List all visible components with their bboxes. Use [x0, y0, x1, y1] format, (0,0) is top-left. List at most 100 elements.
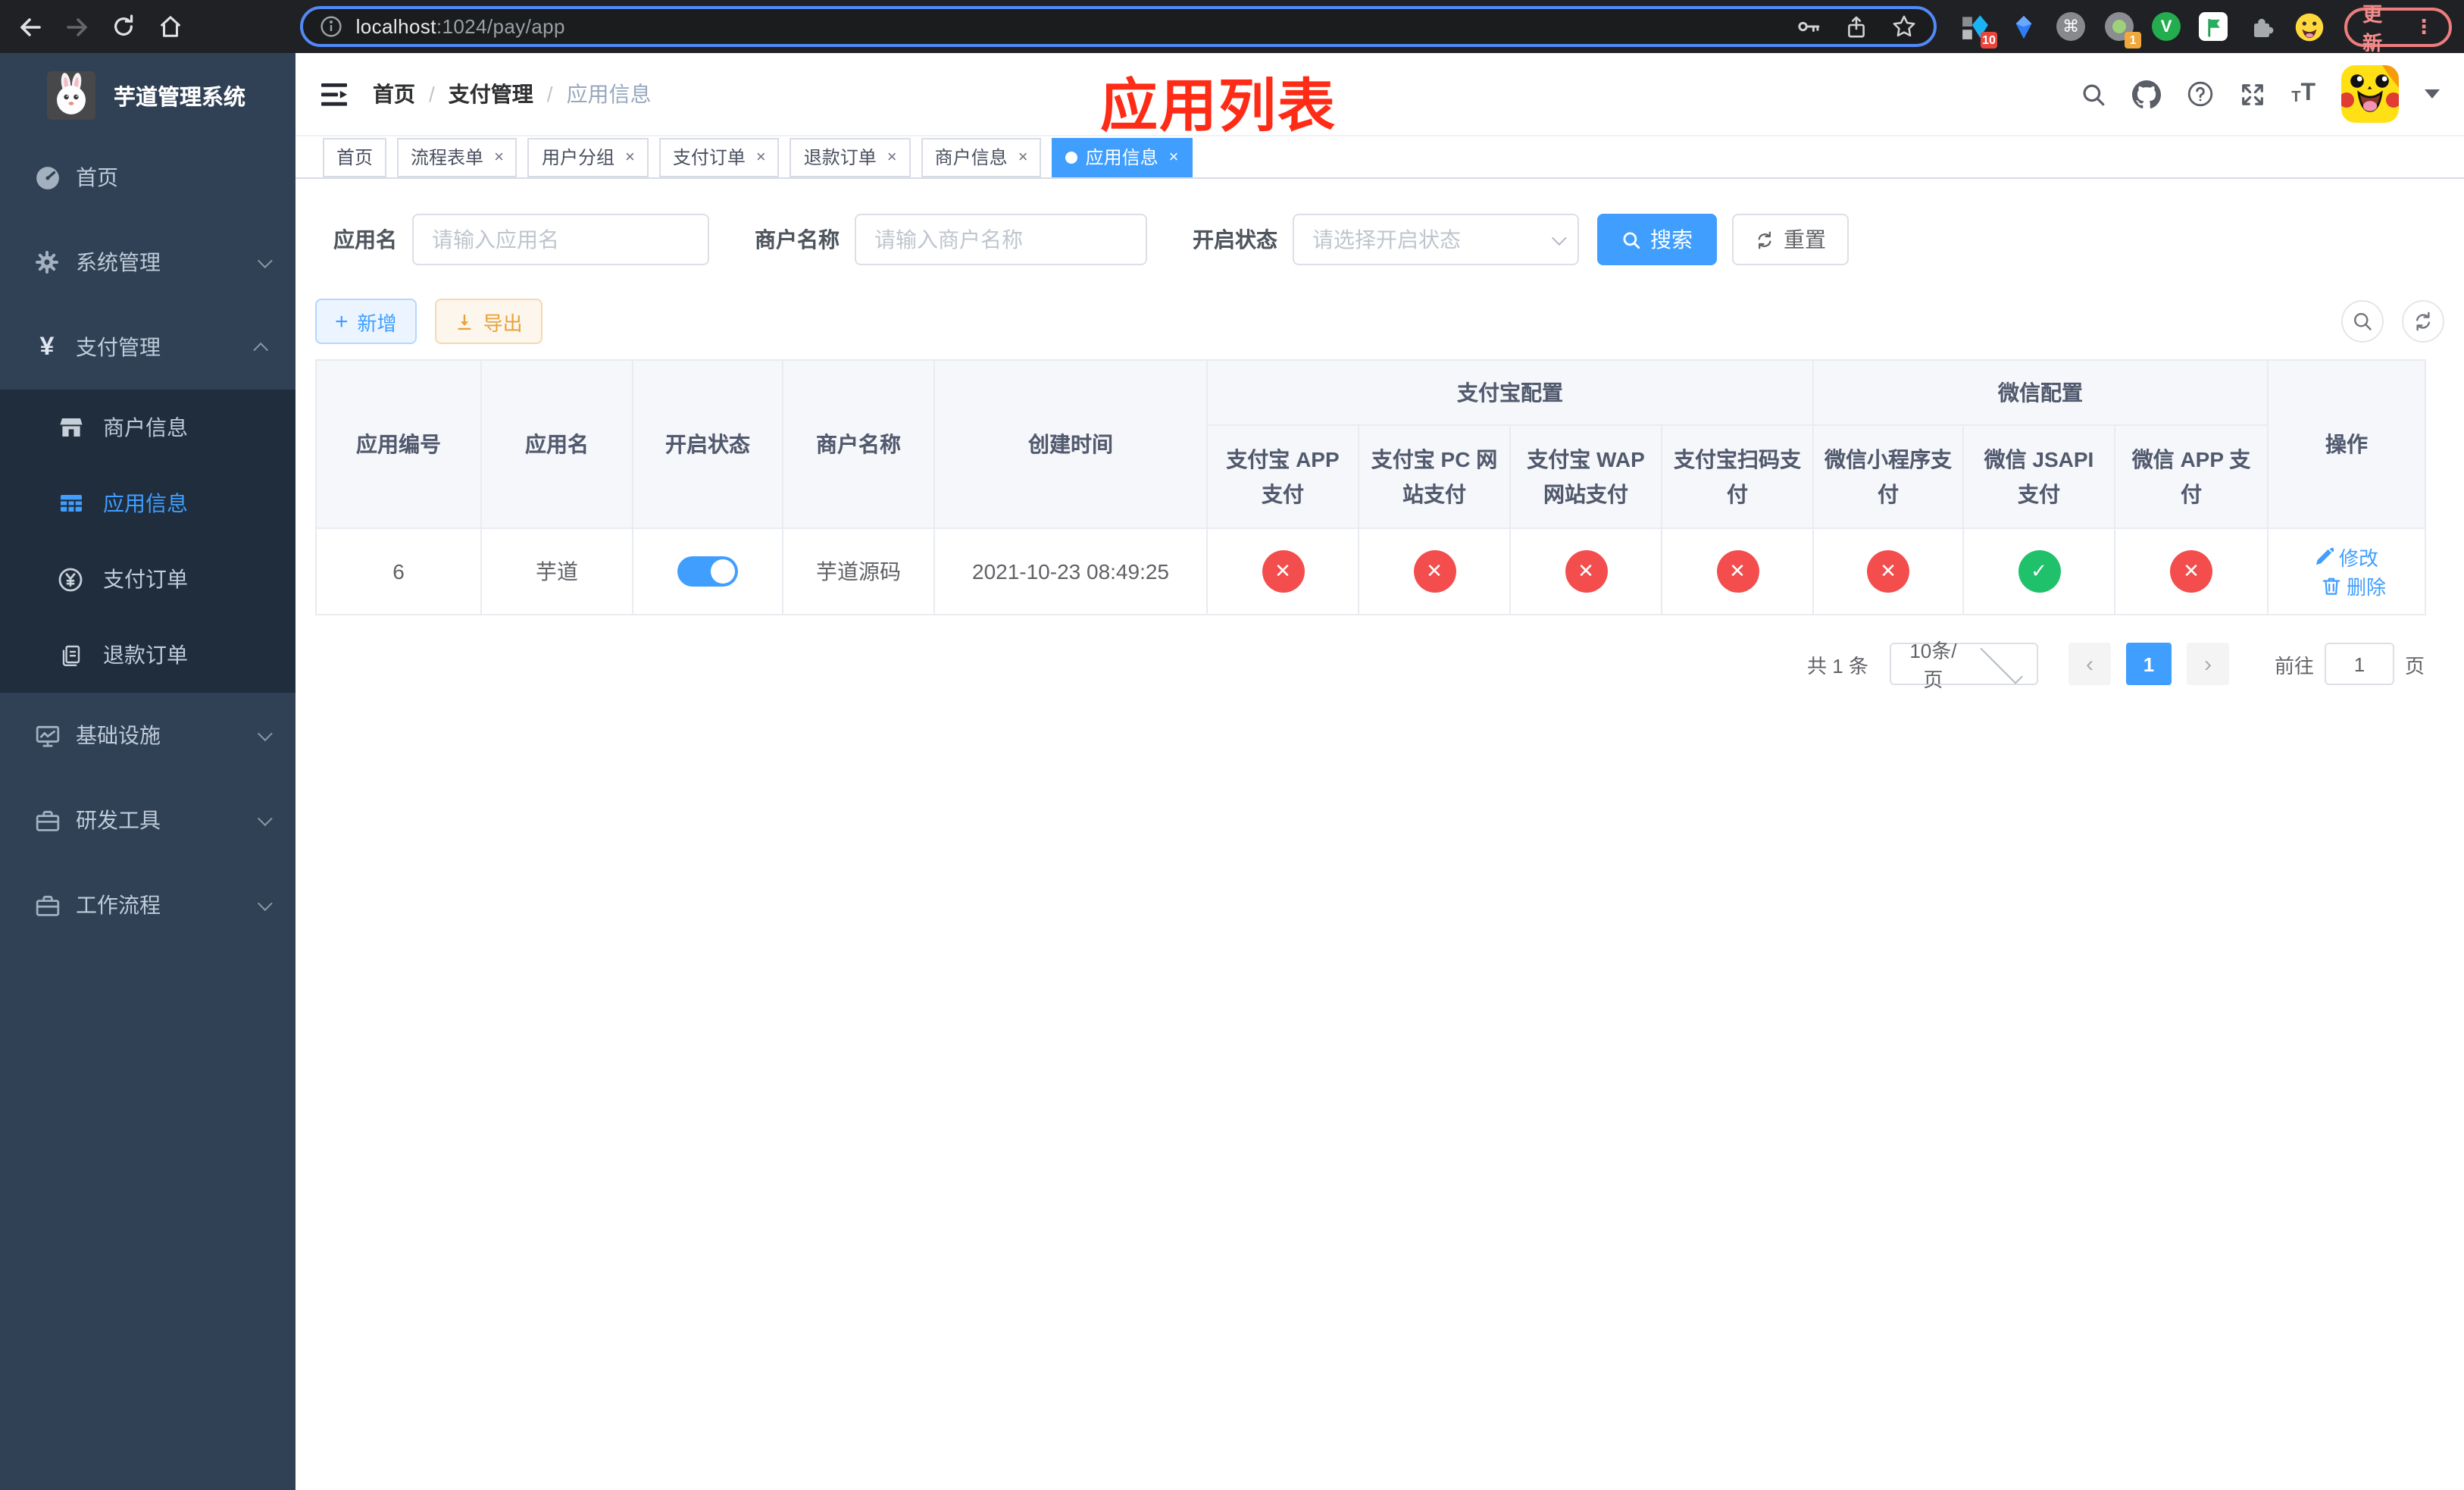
- close-icon[interactable]: ×: [1018, 148, 1028, 166]
- share-icon[interactable]: [1844, 14, 1868, 39]
- sidebar-item-pay-order[interactable]: 支付订单: [0, 541, 295, 617]
- col-actions: 操作: [2267, 359, 2426, 529]
- prev-page-button[interactable]: ‹: [2068, 643, 2111, 685]
- sidebar-item-home[interactable]: 首页: [0, 135, 295, 220]
- active-dot: [1065, 151, 1078, 163]
- extension-emoji-icon[interactable]: [2294, 11, 2325, 42]
- col-app-name: 应用名: [480, 359, 633, 529]
- edit-button[interactable]: 修改: [2315, 543, 2378, 571]
- breadcrumb-home[interactable]: 首页: [373, 79, 415, 109]
- extension-gem-icon[interactable]: [2008, 11, 2038, 42]
- tab-home[interactable]: 首页: [323, 137, 387, 177]
- site-info-icon[interactable]: [320, 15, 342, 38]
- cell-wechat-app: ✕: [2114, 527, 2269, 615]
- page-1-button[interactable]: 1: [2125, 643, 2172, 685]
- page-size-select[interactable]: 10条/页: [1889, 640, 2038, 691]
- export-button[interactable]: 导出: [434, 299, 543, 344]
- sidebar-item-merchant-info[interactable]: 商户信息: [0, 390, 295, 465]
- next-page-button[interactable]: ›: [2186, 643, 2229, 685]
- logo[interactable]: 芋道管理系统: [0, 56, 295, 135]
- browser-back-icon[interactable]: [12, 8, 48, 45]
- bookmark-star-icon[interactable]: [1891, 14, 1917, 39]
- sidebar-item-payment[interactable]: ¥ 支付管理: [0, 305, 295, 390]
- page-unit-label: 页: [2404, 654, 2425, 677]
- col-alipay-wap: 支付宝 WAP 网站支付: [1509, 424, 1662, 529]
- tab-pay-order[interactable]: 支付订单 ×: [658, 137, 780, 177]
- app-name-input[interactable]: [412, 214, 709, 265]
- sidebar-item-refund-order[interactable]: 退款订单: [0, 617, 295, 693]
- chevron-down-icon: [257, 725, 273, 741]
- github-icon[interactable]: [2132, 80, 2162, 108]
- tab-process-form[interactable]: 流程表单 ×: [397, 137, 518, 177]
- app-title: 芋道管理系统: [114, 86, 245, 110]
- fullscreen-icon[interactable]: [2240, 81, 2265, 107]
- search-button[interactable]: 搜索: [1597, 214, 1717, 265]
- extension-recorder-icon[interactable]: 1: [2103, 11, 2142, 48]
- sidebar-item-system[interactable]: 系统管理: [0, 220, 295, 305]
- col-alipay-app: 支付宝 APP 支付: [1206, 424, 1359, 529]
- cross-status-icon: ✕: [2170, 550, 2212, 593]
- delete-button[interactable]: 删除: [2322, 571, 2386, 600]
- col-app-id: 应用编号: [315, 359, 482, 529]
- browser-update-button[interactable]: 更新 ⋮: [2344, 2, 2452, 54]
- help-icon[interactable]: [2187, 80, 2214, 108]
- merchant-name-input[interactable]: [855, 214, 1147, 265]
- browser-home-icon[interactable]: [153, 8, 189, 45]
- document-icon: [58, 643, 83, 667]
- cell-alipay-app: ✕: [1206, 527, 1359, 615]
- browser-menu-icon[interactable]: ⋮: [2414, 14, 2434, 39]
- avatar-caret-icon[interactable]: [2425, 89, 2440, 99]
- col-merchant: 商户名称: [782, 359, 935, 529]
- pen-icon: [2316, 547, 2334, 565]
- toggle-search-button[interactable]: [2341, 300, 2384, 343]
- tab-user-group[interactable]: 用户分组 ×: [527, 137, 649, 177]
- header-search-icon[interactable]: [2081, 81, 2106, 107]
- sidebar-item-dev-tools[interactable]: 研发工具: [0, 778, 295, 862]
- sidebar-item-app-info[interactable]: 应用信息: [0, 465, 295, 541]
- font-size-icon[interactable]: TT: [2291, 81, 2315, 106]
- col-wechat-app: 微信 APP 支付: [2114, 424, 2269, 529]
- tab-refund-order[interactable]: 退款订单 ×: [790, 137, 911, 177]
- reset-button[interactable]: 重置: [1732, 214, 1849, 265]
- close-icon[interactable]: ×: [494, 148, 504, 166]
- close-icon[interactable]: ×: [887, 148, 897, 166]
- add-button[interactable]: + 新增: [315, 299, 417, 344]
- tags-view: 首页 流程表单 × 用户分组 × 支付订单 × 退款订单 × 商户信息 × 应用信息 ×: [295, 136, 2464, 179]
- close-icon[interactable]: ×: [1169, 148, 1179, 166]
- sidebar-item-infrastructure[interactable]: 基础设施: [0, 693, 295, 778]
- merchant-name-label: 商户名称: [755, 227, 840, 252]
- password-key-icon[interactable]: [1796, 14, 1821, 39]
- goto-page-input[interactable]: [2324, 643, 2394, 685]
- plus-icon: +: [335, 308, 349, 334]
- refresh-table-button[interactable]: [2402, 300, 2444, 343]
- extension-flag-icon[interactable]: [2199, 12, 2228, 41]
- browser-forward-icon[interactable]: [59, 8, 95, 45]
- url-text: localhost:1024/pay/app: [355, 15, 565, 38]
- close-icon[interactable]: ×: [625, 148, 635, 166]
- tab-app-info[interactable]: 应用信息 ×: [1052, 137, 1193, 177]
- extension-diamond-icon[interactable]: 10: [1959, 11, 1998, 48]
- cell-app-id: 6: [315, 527, 482, 615]
- sidebar-item-workflow[interactable]: 工作流程: [0, 862, 295, 947]
- total-count: 共 1 条: [1807, 654, 1868, 677]
- extension-v-icon[interactable]: V: [2152, 12, 2181, 41]
- app-table: 应用编号 应用名 开启状态 商户名称 创建时间 支付宝配置 微信配置 操作 支付…: [315, 359, 2426, 615]
- col-wechat-jsapi: 微信 JSAPI 支付: [1962, 424, 2115, 529]
- cell-wechat-jsapi: ✓: [1962, 527, 2115, 615]
- extension-command-icon[interactable]: ⌘: [2056, 12, 2086, 41]
- avatar[interactable]: [2341, 65, 2399, 123]
- browser-reload-icon[interactable]: [106, 8, 142, 45]
- grid-table-icon: [58, 491, 83, 515]
- breadcrumb-payment[interactable]: 支付管理: [449, 79, 533, 109]
- annotation-app-list: 应用列表: [1100, 76, 1337, 139]
- tab-merchant-info[interactable]: 商户信息 ×: [921, 137, 1042, 177]
- status-select[interactable]: 请选择开启状态: [1293, 214, 1579, 265]
- chevron-down-icon: [1981, 640, 2024, 684]
- col-group-wechat: 微信配置: [1812, 359, 2269, 426]
- sidebar-fold-icon[interactable]: [295, 81, 373, 107]
- address-bar[interactable]: localhost:1024/pay/app: [299, 6, 1937, 47]
- status-toggle[interactable]: [677, 556, 738, 587]
- close-icon[interactable]: ×: [756, 148, 766, 166]
- extensions-puzzle-icon[interactable]: [2246, 11, 2276, 42]
- payment-submenu: 商户信息 应用信息 支付订单 退款订单: [0, 390, 295, 693]
